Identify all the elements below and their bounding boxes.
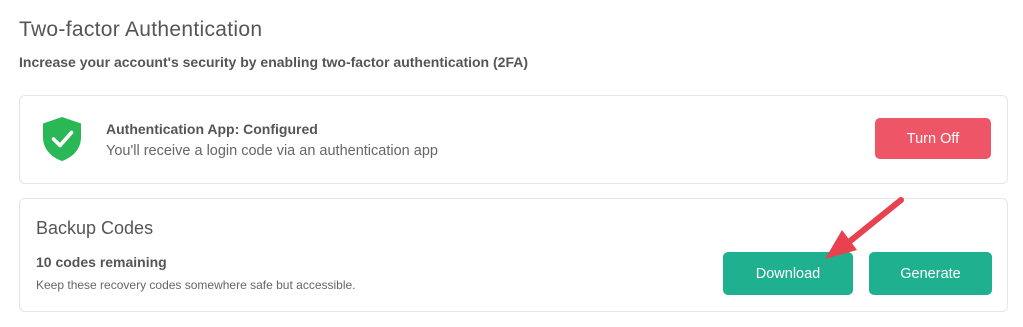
auth-app-status-title: Authentication App: Configured: [106, 121, 318, 137]
two-factor-page: Two-factor Authentication Increase your …: [0, 0, 1023, 327]
annotation-arrow-icon: [815, 190, 915, 265]
backup-codes-note: Keep these recovery codes somewhere safe…: [36, 278, 356, 292]
authentication-app-card: Authentication App: Configured You'll re…: [19, 95, 1008, 184]
page-title: Two-factor Authentication: [19, 18, 263, 41]
page-subtitle: Increase your account's security by enab…: [19, 54, 528, 70]
auth-app-description: You'll receive a login code via an authe…: [106, 143, 438, 159]
codes-remaining-count: 10 codes remaining: [36, 254, 167, 270]
backup-codes-title: Backup Codes: [36, 218, 154, 238]
turn-off-button[interactable]: Turn Off: [875, 118, 991, 159]
shield-check-icon: [41, 116, 83, 162]
